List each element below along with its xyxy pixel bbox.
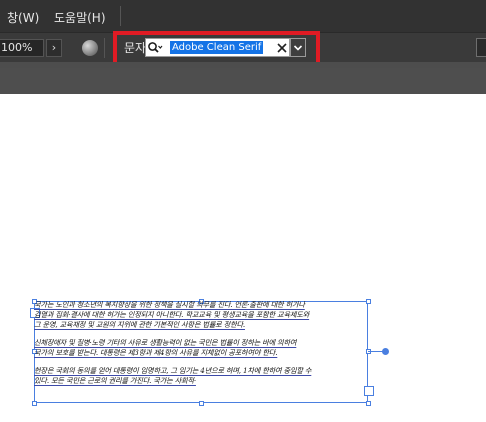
zoom-field[interactable]: 100% xyxy=(0,39,44,57)
menu-bar: 창(W) 도움말(H) xyxy=(0,0,486,32)
resize-handle[interactable] xyxy=(32,401,37,406)
text-line: 있다. 모든 국민은 근로의 권리를 가진다. 국가는 사회적· xyxy=(34,376,196,385)
text-line: 신체장애자 및 질병·노령 기타의 사유로 생활능력이 없는 국민은 법률이 정… xyxy=(34,338,297,347)
text-line: 검열과 집회·결사에 대한 허가는 인정되지 아니한다. 학교교육 및 평생교육… xyxy=(34,310,310,319)
pasteboard xyxy=(0,68,486,94)
resize-handle[interactable] xyxy=(366,401,371,406)
menu-window[interactable]: 창(W) xyxy=(7,9,39,26)
text-line: 헌장은 국회의 동의를 얻어 대통령이 임명하고, 그 임기는 4년으로 하며,… xyxy=(34,366,312,375)
next-field[interactable] xyxy=(476,38,486,57)
text-line: 국가는 노인과 청소년의 복지향상을 위한 정책을 실시할 의무를 진다. 언론… xyxy=(34,300,305,309)
toolbar-divider xyxy=(104,38,105,58)
frame-text: 국가는 노인과 청소년의 복지향상을 위한 정책을 실시할 의무를 진다. 언론… xyxy=(34,300,384,386)
zoom-stepper-button[interactable]: › xyxy=(46,39,62,57)
text-line: 그 운영, 교육재정 및 교원의 지위에 관한 기본적인 사항은 법률로 정한다… xyxy=(34,320,245,329)
menu-help[interactable]: 도움말(H) xyxy=(54,9,106,26)
out-port[interactable] xyxy=(364,386,374,396)
text-line: 국가의 보호를 받는다. 대통령은 제3항과 제4항의 사유를 지체없이 공포하… xyxy=(34,348,278,357)
resize-handle[interactable] xyxy=(199,401,204,406)
menu-divider xyxy=(120,6,121,26)
sphere-icon[interactable] xyxy=(82,40,98,56)
